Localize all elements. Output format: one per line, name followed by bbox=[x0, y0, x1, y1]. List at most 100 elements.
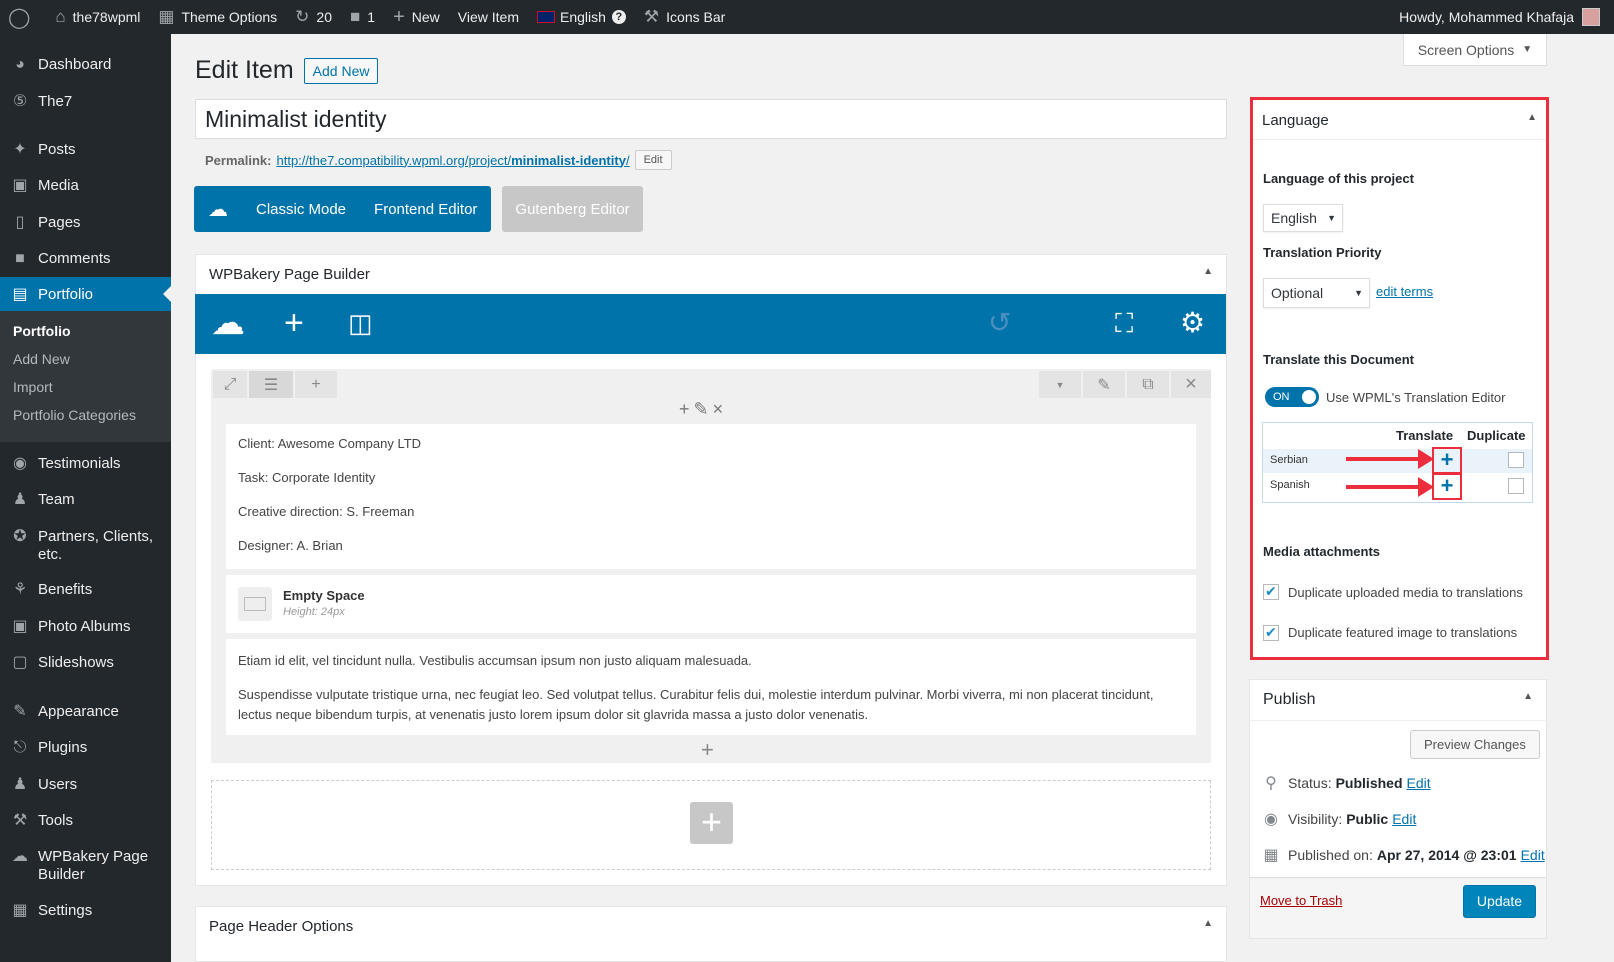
star-icon: ✪ bbox=[13, 528, 27, 545]
cloud-icon: ☁ bbox=[208, 198, 228, 221]
pin-icon: ✦ bbox=[13, 141, 27, 158]
menu-partners[interactable]: ✪ Partners, Clients, etc. bbox=[0, 528, 171, 564]
dashboard-icon: ◕ bbox=[15, 56, 25, 73]
wpb-logo-button[interactable]: ☁ bbox=[194, 186, 242, 232]
menu-media[interactable]: ▣ Media bbox=[0, 177, 171, 197]
language-switcher[interactable]: English? bbox=[528, 0, 635, 34]
menu-testimonials[interactable]: ◉ Testimonials bbox=[0, 455, 171, 475]
row-add-column-icon[interactable]: + bbox=[295, 371, 337, 398]
view-item[interactable]: View Item bbox=[449, 0, 528, 34]
classic-mode-button[interactable]: Classic Mode bbox=[242, 186, 361, 232]
permalink-row: Permalink: http://the7.compatibility.wpm… bbox=[205, 150, 672, 170]
text-line: Task: Corporate Identity bbox=[238, 470, 376, 485]
publish-box-header[interactable]: Publish ▲ bbox=[1250, 680, 1546, 721]
empty-space-element[interactable]: Empty Space Height: 24px bbox=[226, 575, 1196, 633]
translation-priority-select[interactable]: Optional ▼ bbox=[1263, 278, 1370, 308]
visibility-edit-link[interactable]: Edit bbox=[1392, 811, 1416, 827]
gutenberg-editor-button[interactable]: Gutenberg Editor bbox=[502, 186, 643, 232]
icons-bar-item[interactable]: ⚒ Icons Bar bbox=[635, 0, 734, 34]
wpbakery-box-header[interactable]: WPBakery Page Builder ▲ bbox=[196, 255, 1226, 294]
language-select[interactable]: English ▼ bbox=[1263, 204, 1343, 232]
testimonial-icon: ◉ bbox=[13, 455, 27, 472]
permalink-edit-button[interactable]: Edit bbox=[634, 150, 672, 170]
menu-comments[interactable]: ■ Comments bbox=[0, 250, 171, 270]
submenu-portfolio-categories[interactable]: Portfolio Categories bbox=[0, 401, 171, 429]
brush-icon: ✎ bbox=[13, 703, 27, 720]
empty-space-title: Empty Space bbox=[283, 588, 365, 603]
theme-options-icon: ▦ bbox=[158, 7, 175, 26]
translate-spanish-plus-icon[interactable]: + bbox=[1432, 473, 1462, 500]
my-account[interactable]: Howdy, Mohammed Khafaja bbox=[1399, 8, 1614, 26]
settings-gear-icon[interactable]: ⚙ bbox=[1180, 307, 1205, 339]
language-box-header[interactable]: Language ▲ bbox=[1253, 100, 1546, 140]
published-edit-link[interactable]: Edit bbox=[1521, 847, 1545, 863]
updates-item[interactable]: ↻ 20 bbox=[286, 0, 341, 34]
row-edit-icon[interactable]: ✎ bbox=[1083, 371, 1125, 398]
menu-users[interactable]: ♟ Users bbox=[0, 776, 171, 796]
edit-terms-link[interactable]: edit terms bbox=[1376, 284, 1433, 299]
collapse-arrow-icon[interactable]: ▲ bbox=[1523, 691, 1533, 709]
duplicate-spanish-checkbox[interactable] bbox=[1508, 478, 1524, 494]
menu-appearance[interactable]: ✎ Appearance bbox=[0, 703, 171, 723]
site-name-item[interactable]: ⌂ the78wpml bbox=[46, 0, 149, 34]
menu-photo-albums[interactable]: ▣ Photo Albums bbox=[0, 618, 171, 638]
row-move-icon[interactable]: ⤢ bbox=[213, 371, 247, 398]
add-row-icon[interactable]: + bbox=[690, 802, 733, 844]
new-item[interactable]: + New bbox=[384, 0, 449, 34]
wpb-cloud-icon[interactable]: ☁ bbox=[211, 306, 245, 340]
translation-editor-toggle[interactable]: ON bbox=[1265, 387, 1319, 407]
undo-icon[interactable]: ↺ bbox=[988, 307, 1011, 339]
menu-tools[interactable]: ⚒ Tools bbox=[0, 812, 171, 832]
update-button[interactable]: Update bbox=[1463, 885, 1536, 918]
column-add-icon[interactable]: + bbox=[679, 399, 694, 419]
column-delete-icon[interactable]: × bbox=[713, 399, 728, 419]
add-row-area[interactable]: + bbox=[211, 780, 1211, 870]
page-header-options-header[interactable]: Page Header Options ▲ bbox=[196, 907, 1226, 946]
column-edit-icon[interactable]: ✎ bbox=[694, 399, 713, 419]
collapse-arrow-icon[interactable]: ▲ bbox=[1203, 266, 1213, 283]
permalink-link[interactable]: http://the7.compatibility.wpml.org/proje… bbox=[276, 153, 629, 168]
frontend-editor-button[interactable]: Frontend Editor bbox=[360, 186, 492, 232]
column-add-bottom-icon[interactable]: + bbox=[701, 737, 714, 763]
preview-changes-button[interactable]: Preview Changes bbox=[1410, 730, 1540, 759]
menu-team[interactable]: ♟ Team bbox=[0, 491, 171, 511]
row-delete-icon[interactable]: × bbox=[1171, 371, 1211, 398]
menu-pages[interactable]: ▯ Pages bbox=[0, 214, 171, 234]
submenu-add-new[interactable]: Add New bbox=[0, 345, 171, 373]
post-title-input[interactable]: Minimalist identity bbox=[195, 99, 1227, 139]
menu-dashboard[interactable]: ◕ Dashboard bbox=[0, 56, 171, 76]
row-layout-icon[interactable]: ☰ bbox=[249, 371, 293, 398]
text-block-1[interactable]: Client: Awesome Company LTD Task: Corpor… bbox=[226, 424, 1196, 569]
collapse-arrow-icon[interactable]: ▲ bbox=[1203, 918, 1213, 935]
wp-logo-item[interactable]: ◯ bbox=[0, 0, 46, 34]
text-block-2[interactable]: Etiam id elit, vel tincidunt nulla. Vest… bbox=[226, 639, 1196, 735]
move-to-trash-link[interactable]: Move to Trash bbox=[1260, 893, 1342, 908]
menu-the7[interactable]: ⑤ The7 bbox=[0, 93, 171, 113]
menu-posts[interactable]: ✦ Posts bbox=[0, 141, 171, 161]
menu-plugins[interactable]: ⎋ Plugins bbox=[0, 739, 171, 759]
comments-item[interactable]: ■ 1 bbox=[341, 0, 384, 34]
menu-benefits[interactable]: ⚘ Benefits bbox=[0, 581, 171, 601]
screen-options-button[interactable]: Screen Options ▼ bbox=[1403, 34, 1547, 66]
empty-space-icon bbox=[238, 587, 272, 621]
templates-icon[interactable]: ◫ bbox=[348, 307, 373, 339]
menu-portfolio[interactable]: ▤ Portfolio bbox=[0, 277, 171, 311]
collapse-arrow-icon[interactable]: ▲ bbox=[1527, 112, 1537, 127]
submenu-portfolio[interactable]: Portfolio bbox=[0, 317, 171, 345]
calendar-icon: ▦ bbox=[1263, 847, 1279, 864]
empty-space-height: Height: 24px bbox=[283, 606, 345, 618]
submenu-import[interactable]: Import bbox=[0, 373, 171, 401]
translate-serbian-plus-icon[interactable]: + bbox=[1432, 447, 1462, 474]
row-toggle-icon[interactable]: ▼ bbox=[1039, 371, 1081, 398]
theme-options-item[interactable]: ▦ Theme Options bbox=[149, 0, 286, 34]
add-new-button[interactable]: Add New bbox=[303, 57, 379, 84]
menu-wpbakery[interactable]: ☁ WPBakery Page Builder bbox=[0, 848, 171, 884]
duplicate-serbian-checkbox[interactable] bbox=[1508, 452, 1524, 468]
row-clone-icon[interactable]: ⧉ bbox=[1127, 371, 1169, 398]
status-edit-link[interactable]: Edit bbox=[1407, 775, 1431, 791]
menu-settings[interactable]: ▦ Settings bbox=[0, 902, 171, 922]
add-element-icon[interactable]: + bbox=[284, 306, 304, 340]
duplicate-featured-checkbox[interactable] bbox=[1263, 624, 1279, 641]
fullscreen-icon[interactable]: ⛶ bbox=[1115, 307, 1133, 339]
menu-slideshows[interactable]: ▢ Slideshows bbox=[0, 654, 171, 674]
